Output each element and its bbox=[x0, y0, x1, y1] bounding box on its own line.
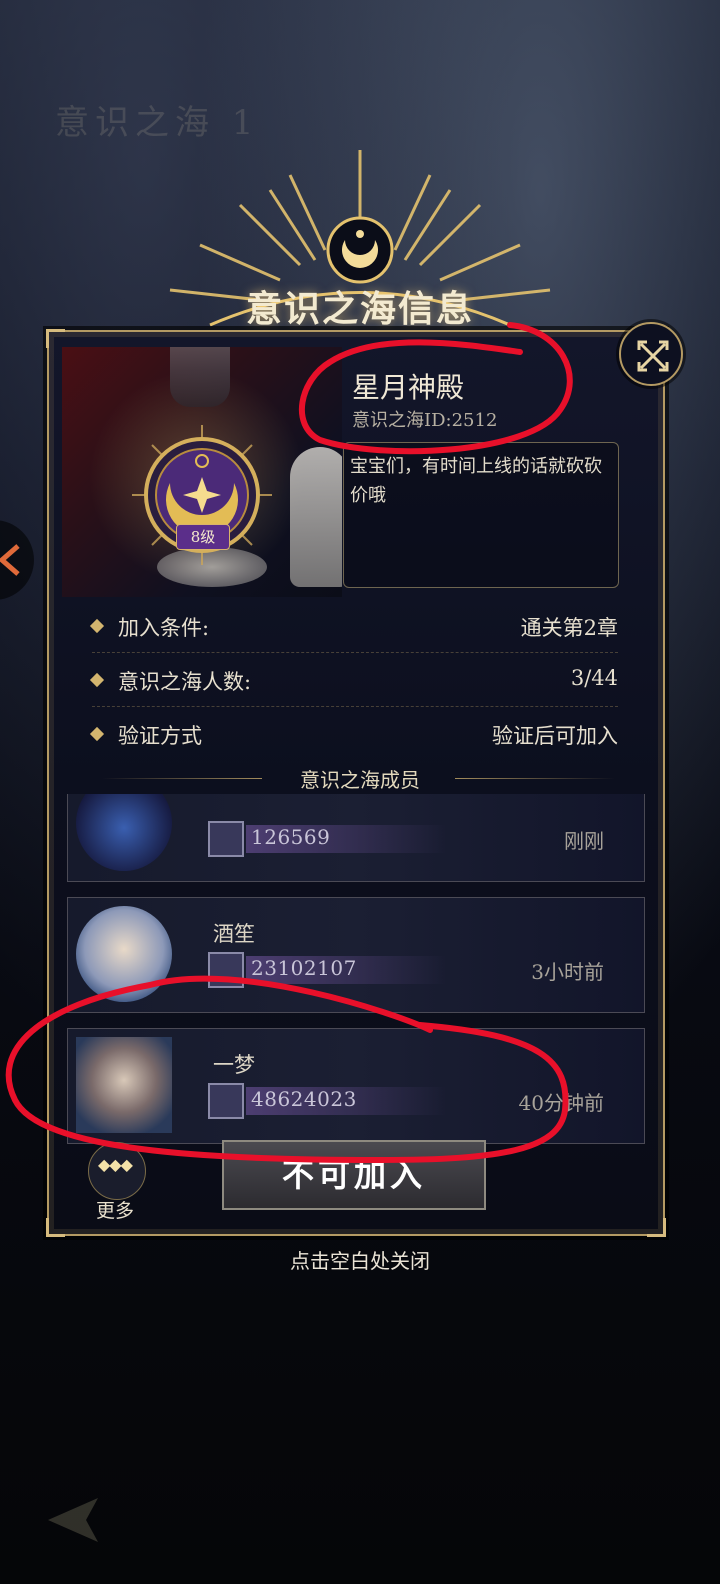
guild-name: 星月神殿 bbox=[352, 371, 465, 404]
guild-level-badge: 8级 bbox=[176, 524, 230, 550]
diamond-bullet-icon bbox=[89, 672, 105, 688]
hand-decoration bbox=[290, 447, 342, 587]
more-button[interactable]: ◆◆◆ bbox=[88, 1142, 146, 1200]
three-diamonds-icon: ◆◆◆ bbox=[98, 1155, 133, 1174]
verification-row: 验证方式 验证后可加入 bbox=[89, 716, 618, 756]
more-label[interactable]: 更多 bbox=[96, 1196, 134, 1223]
info-label: 加入条件: bbox=[118, 616, 210, 640]
member-power: 23102107 bbox=[251, 956, 357, 980]
member-last-online: 3小时前 bbox=[531, 960, 604, 984]
crossed-swords-icon bbox=[208, 821, 244, 857]
chevron-left-icon bbox=[0, 544, 20, 576]
close-button[interactable] bbox=[619, 322, 683, 386]
info-value: 通关第2章 bbox=[520, 616, 618, 640]
close-x-icon bbox=[637, 340, 669, 372]
diamond-bullet-icon bbox=[89, 618, 105, 634]
statue-decoration bbox=[170, 347, 230, 407]
panel-corner bbox=[647, 1218, 666, 1237]
row-divider bbox=[92, 706, 618, 707]
member-last-online: 40分钟前 bbox=[518, 1091, 604, 1115]
row-divider bbox=[92, 652, 618, 653]
crossed-swords-icon bbox=[208, 952, 244, 988]
guild-description: 宝宝们，有时间上线的话就砍砍价哦 bbox=[350, 456, 602, 506]
diamond-bullet-icon bbox=[89, 726, 105, 742]
section-divider bbox=[455, 778, 615, 779]
header-ornament: 意识之海信息 bbox=[150, 150, 570, 340]
info-value: 3/44 bbox=[570, 666, 618, 690]
close-hint[interactable]: 点击空白处关闭 bbox=[0, 1245, 720, 1274]
panel-corner bbox=[46, 1218, 65, 1237]
avatar bbox=[76, 1037, 172, 1133]
member-name: 一梦 bbox=[213, 1053, 255, 1077]
member-card[interactable]: 一梦 48624023 40分钟前 bbox=[67, 1028, 645, 1144]
member-card[interactable]: 酒笙 23102107 3小时前 bbox=[67, 897, 645, 1013]
info-value: 验证后可加入 bbox=[492, 724, 618, 748]
join-condition-row: 加入条件: 通关第2章 bbox=[89, 608, 618, 648]
guild-id: 意识之海ID:2512 bbox=[352, 410, 498, 431]
member-power: 126569 bbox=[251, 825, 331, 849]
avatar bbox=[76, 906, 172, 1002]
member-last-online: 刚刚 bbox=[564, 829, 604, 853]
member-power: 48624023 bbox=[251, 1087, 357, 1111]
join-button[interactable]: 不可加入 bbox=[222, 1140, 486, 1210]
background-ghost-title: 意识之海 1 bbox=[55, 103, 260, 143]
member-count-row: 意识之海人数: 3/44 bbox=[89, 662, 618, 702]
panel-corner bbox=[46, 329, 65, 348]
info-label: 验证方式 bbox=[118, 724, 202, 748]
page-title: 意识之海信息 bbox=[245, 288, 474, 330]
crossed-swords-icon bbox=[208, 1083, 244, 1119]
member-name: 酒笙 bbox=[213, 922, 255, 946]
back-arrow-icon[interactable] bbox=[38, 1490, 108, 1550]
info-label: 意识之海人数: bbox=[118, 670, 252, 694]
